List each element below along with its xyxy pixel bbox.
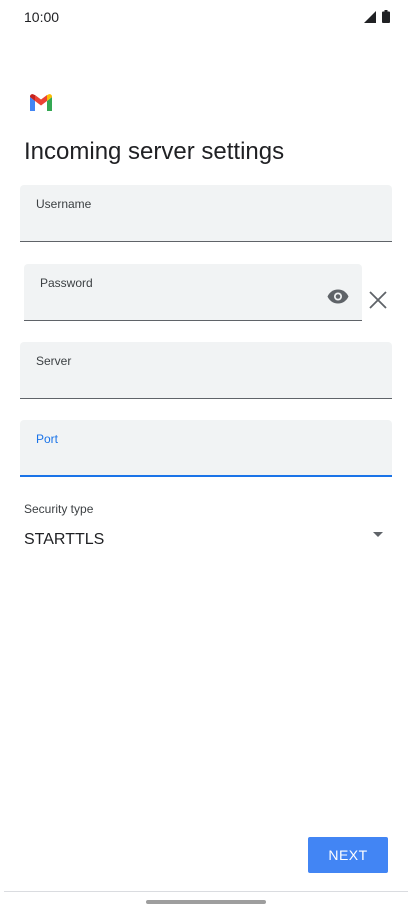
bottom-divider <box>4 891 408 892</box>
status-bar: 10:00 <box>0 0 412 34</box>
server-label: Server <box>36 354 72 368</box>
password-underline <box>24 320 362 321</box>
username-label: Username <box>36 197 92 211</box>
username-underline <box>20 241 392 242</box>
port-field[interactable]: Port <box>20 420 392 477</box>
server-underline <box>20 398 392 399</box>
password-label: Password <box>40 276 93 290</box>
password-field[interactable]: Password <box>24 264 362 321</box>
port-underline <box>20 475 392 477</box>
security-type-select[interactable]: STARTTLS <box>24 522 384 552</box>
page-title: Incoming server settings <box>24 138 285 165</box>
next-button[interactable]: NEXT <box>308 837 388 873</box>
close-icon[interactable] <box>366 288 390 312</box>
server-field[interactable]: Server <box>20 342 392 399</box>
battery-icon <box>382 10 390 23</box>
port-label: Port <box>36 432 59 446</box>
signal-icon <box>364 10 376 23</box>
security-type-value: STARTTLS <box>24 531 105 548</box>
home-indicator[interactable] <box>146 900 266 904</box>
password-input[interactable] <box>40 293 310 313</box>
status-time: 10:00 <box>24 9 60 25</box>
eye-icon[interactable] <box>326 284 350 308</box>
username-input[interactable] <box>36 214 376 234</box>
gmail-logo <box>30 94 52 111</box>
status-icons <box>364 10 390 23</box>
username-field[interactable]: Username <box>20 185 392 242</box>
security-type-label: Security type <box>24 502 94 516</box>
dropdown-arrow-icon <box>372 528 384 540</box>
port-input[interactable] <box>36 449 376 469</box>
server-input[interactable] <box>36 371 376 391</box>
